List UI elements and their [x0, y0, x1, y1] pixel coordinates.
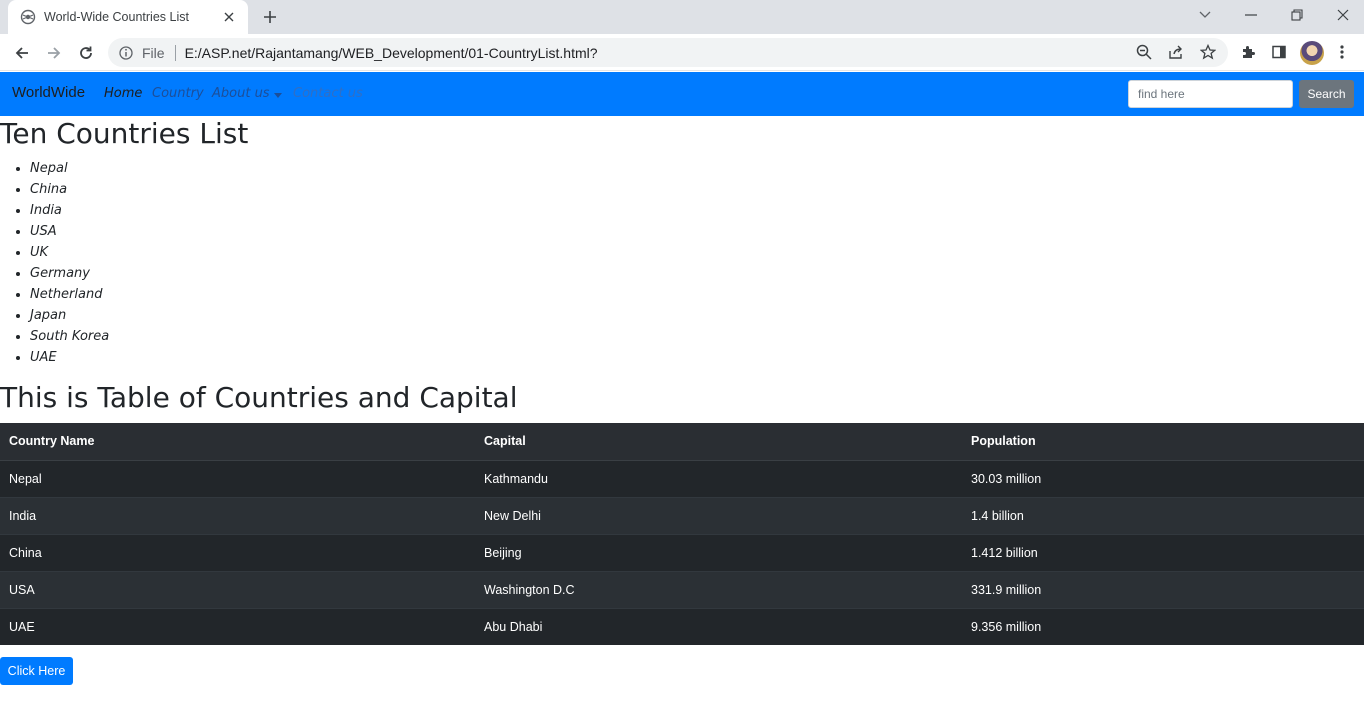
cell-capital: New Delhi: [484, 508, 541, 523]
cell-country: China: [9, 545, 42, 560]
cell-capital: Washington D.C: [484, 582, 575, 597]
nav-link-country[interactable]: Country: [152, 86, 204, 101]
column-header-population: Population: [962, 423, 1364, 461]
list-item: Netherland: [30, 284, 109, 305]
cell-population: 1.412 billion: [971, 545, 1038, 560]
list-item: Japan: [30, 305, 109, 326]
address-bar[interactable]: File E:/ASP.net/Rajantamang/WEB_Developm…: [108, 38, 1228, 67]
nav-link-home[interactable]: Home: [104, 86, 142, 101]
tab-title: World-Wide Countries List: [44, 10, 189, 24]
browser-toolbar: File E:/ASP.net/Rajantamang/WEB_Developm…: [0, 34, 1364, 71]
globe-icon: [20, 9, 36, 25]
extensions-icon[interactable]: [1237, 41, 1259, 63]
list-item: China: [30, 179, 109, 200]
list-item: USA: [30, 221, 109, 242]
more-menu-icon[interactable]: [1331, 41, 1353, 63]
nav-link-about-us[interactable]: About us: [212, 86, 270, 101]
browser-tab[interactable]: World-Wide Countries List: [8, 0, 248, 34]
list-item: Nepal: [30, 158, 109, 179]
nav-link-contact-us[interactable]: Contact us: [293, 86, 363, 101]
click-here-button[interactable]: Click Here: [0, 657, 73, 685]
list-item: India: [30, 200, 109, 221]
countries-list-heading: Ten Countries List: [0, 117, 249, 150]
side-panel-icon[interactable]: [1268, 41, 1290, 63]
cell-population: 331.9 million: [971, 582, 1042, 597]
countries-capital-table: Country Name Capital Population Nepal Ka…: [0, 423, 1364, 645]
search-button[interactable]: Search: [1299, 80, 1354, 108]
cell-country: USA: [9, 582, 35, 597]
cell-capital: Abu Dhabi: [484, 619, 543, 634]
column-header-capital: Capital: [475, 423, 962, 461]
column-header-country: Country Name: [0, 423, 475, 461]
table-header-row: Country Name Capital Population: [0, 423, 1364, 461]
cell-population: 30.03 million: [971, 471, 1042, 486]
dropdown-caret-icon[interactable]: [274, 93, 282, 98]
reload-icon[interactable]: [73, 40, 99, 66]
cell-population: 1.4 billion: [971, 508, 1024, 523]
capital-table-heading: This is Table of Countries and Capital: [0, 381, 518, 414]
window-close-icon[interactable]: [1328, 4, 1358, 26]
countries-list: Nepal China India USA UK Germany Netherl…: [30, 158, 109, 368]
cell-capital: Beijing: [484, 545, 522, 560]
table-row: Nepal Kathmandu 30.03 million: [0, 460, 1364, 497]
table-row: USA Washington D.C 331.9 million: [0, 571, 1364, 608]
close-icon[interactable]: [220, 8, 238, 26]
search-input[interactable]: [1128, 80, 1293, 108]
address-url[interactable]: E:/ASP.net/Rajantamang/WEB_Development/0…: [185, 45, 598, 61]
forward-arrow-icon[interactable]: [41, 40, 67, 66]
cell-capital: Kathmandu: [484, 471, 548, 486]
cell-country: Nepal: [9, 471, 42, 486]
zoom-icon[interactable]: [1133, 41, 1155, 63]
profile-avatar[interactable]: [1300, 41, 1324, 65]
list-item: UK: [30, 242, 109, 263]
info-icon[interactable]: [118, 45, 134, 61]
list-item: UAE: [30, 347, 109, 368]
back-arrow-icon[interactable]: [9, 40, 35, 66]
browser-tab-strip: World-Wide Countries List: [0, 0, 1364, 34]
cell-population: 9.356 million: [971, 619, 1042, 634]
list-item: South Korea: [30, 326, 109, 347]
table-row: UAE Abu Dhabi 9.356 million: [0, 608, 1364, 645]
share-icon[interactable]: [1165, 41, 1187, 63]
address-scheme: File: [142, 44, 165, 61]
table-row: China Beijing 1.412 billion: [0, 534, 1364, 571]
table-row: India New Delhi 1.4 billion: [0, 497, 1364, 534]
list-item: Germany: [30, 263, 109, 284]
cell-country: India: [9, 508, 37, 523]
chevron-down-icon[interactable]: [1190, 4, 1220, 26]
minimize-icon[interactable]: [1236, 4, 1266, 26]
cell-country: UAE: [9, 619, 35, 634]
star-icon[interactable]: [1197, 41, 1219, 63]
new-tab-icon[interactable]: [258, 6, 282, 28]
address-divider: [174, 44, 176, 61]
navbar-brand[interactable]: WorldWide: [12, 84, 85, 101]
restore-icon[interactable]: [1282, 4, 1312, 26]
